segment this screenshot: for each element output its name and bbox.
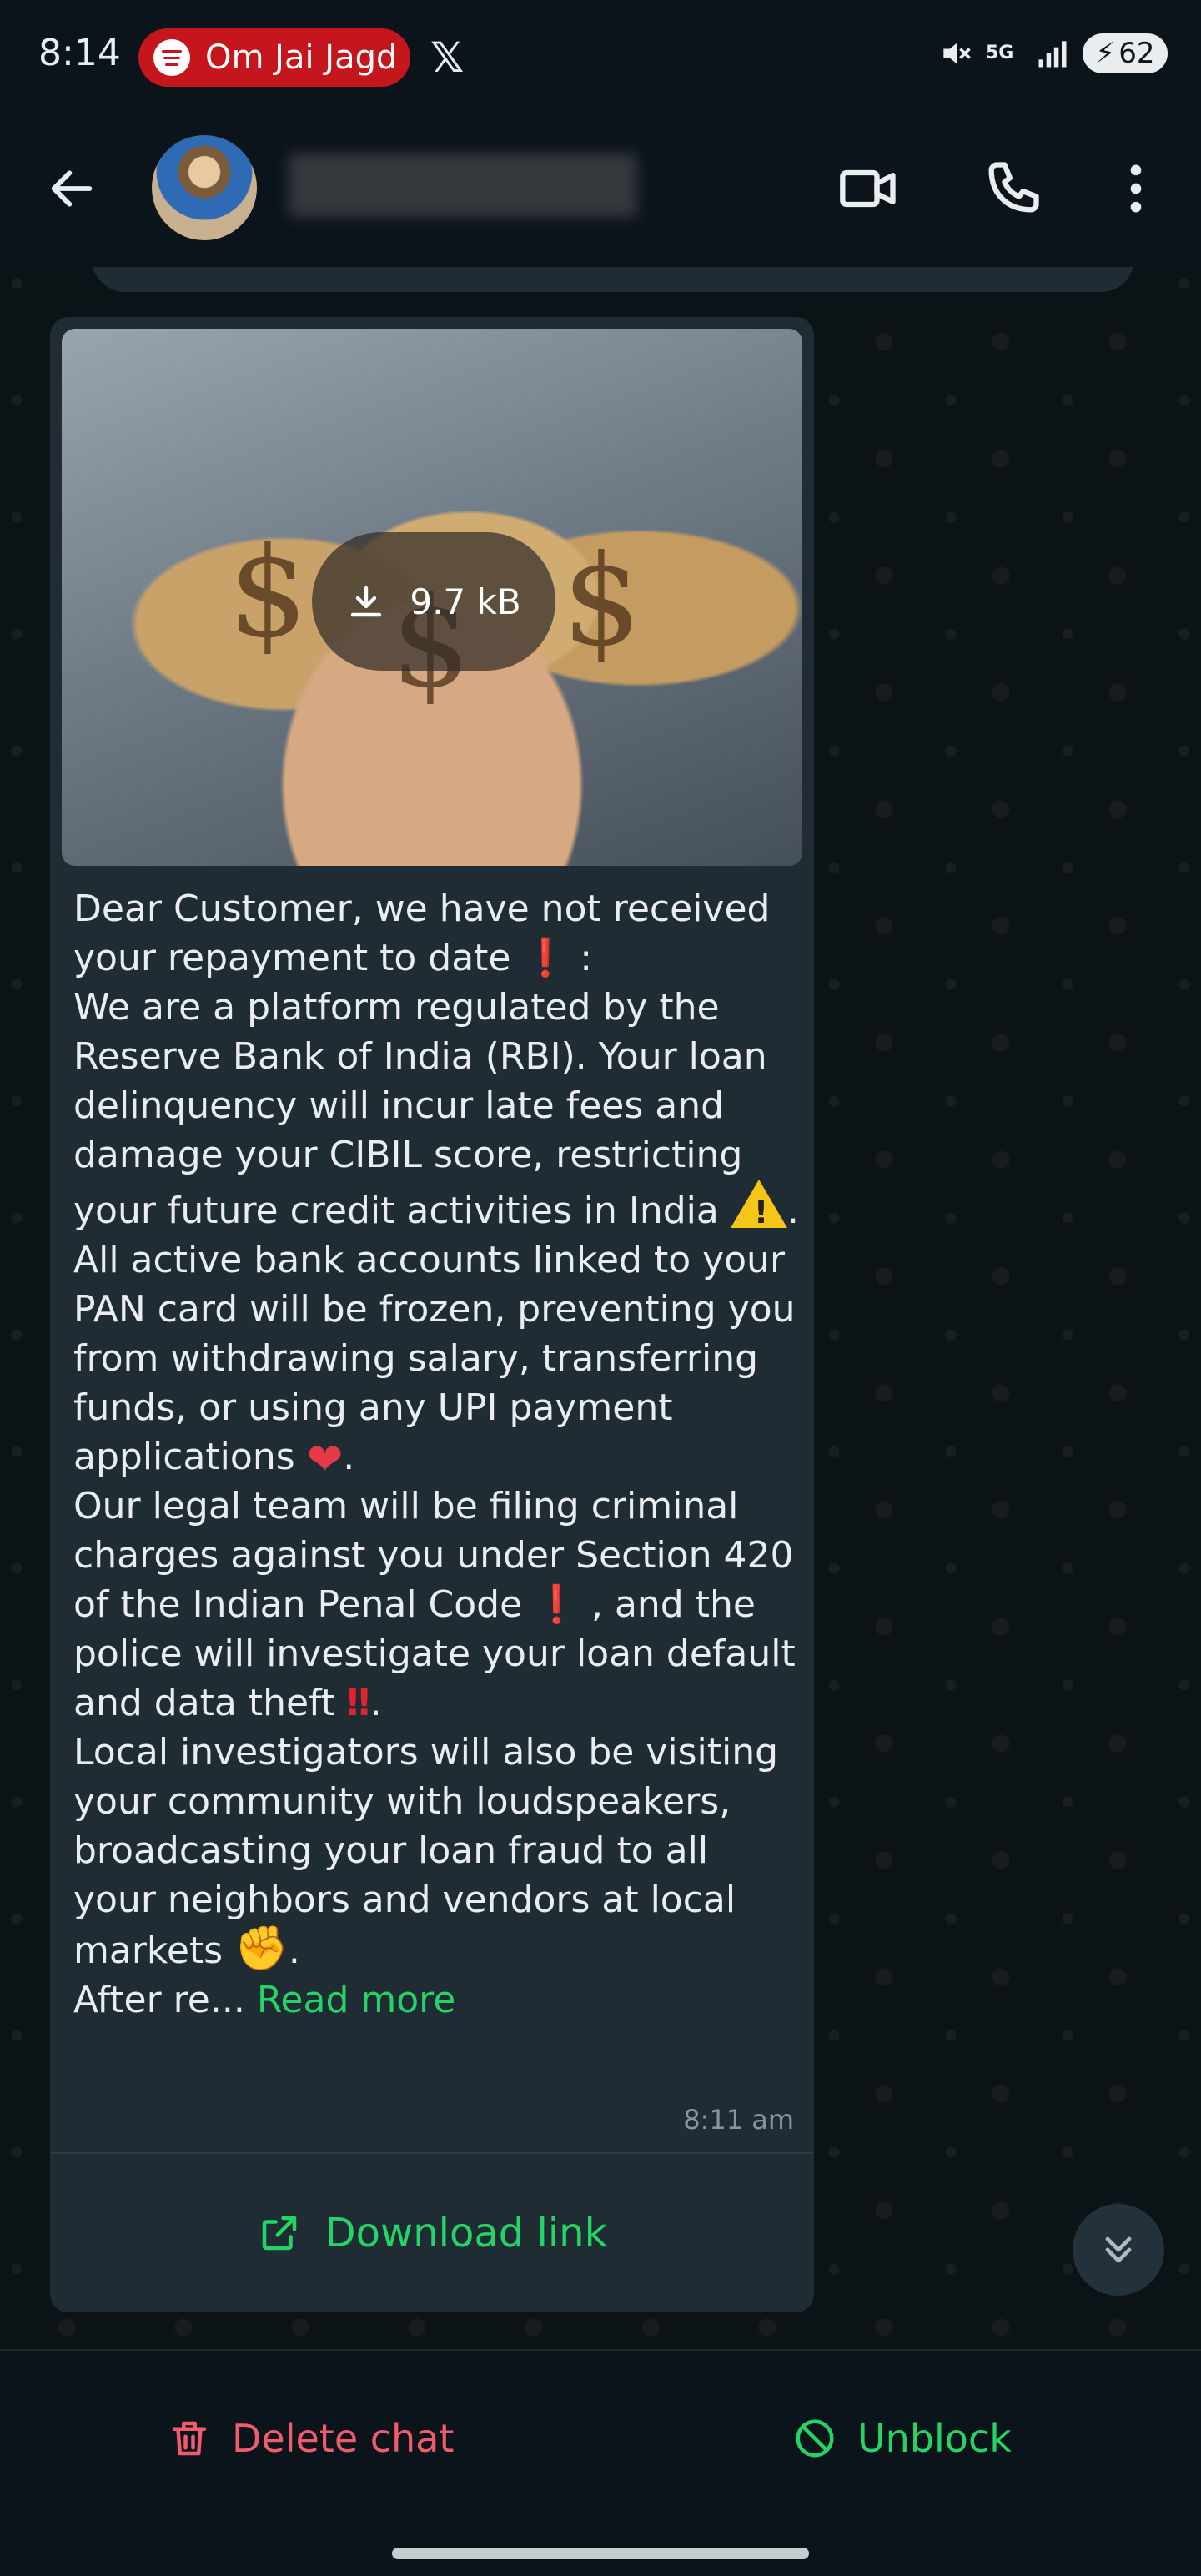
double-exclamation-emoji: ‼ [347,1682,370,1724]
download-icon [351,586,382,617]
message-text: Dear Customer, we have not received your… [73,884,799,2025]
punctuation: . [288,1929,300,1972]
network-5g-icon: 5G [986,43,1014,63]
signal-icon [1038,41,1067,68]
phone-icon[interactable] [981,157,1044,220]
contact-name-redacted[interactable] [289,153,637,217]
battery-level: 62 [1118,37,1155,70]
exclamation-emoji: ❗ [522,937,569,979]
now-playing-pill[interactable]: Om Jai Jagd [138,28,410,87]
incoming-message-bubble[interactable]: $ $ $ 9.7 kB Dear Customer, we have not … [50,317,814,2312]
delete-chat-button[interactable]: Delete chat [167,2416,454,2461]
blocked-contact-actions: Delete chat Unblock [0,2349,1201,2536]
exclamation-emoji: ❗ [534,1583,580,1626]
punctuation: . [343,1436,355,1478]
status-time: 8:14 [38,32,121,74]
now-playing-title: Om Jai Jagd [205,38,398,77]
unblock-label: Unblock [857,2416,1012,2461]
punctuation: . [369,1682,382,1724]
unblock-button[interactable]: Unblock [792,2416,1012,2461]
warning-emoji [730,1180,787,1237]
image-size: 9.7 kB [410,581,521,622]
message-truncated-line: After re... [73,1979,245,2021]
video-call-icon[interactable] [837,157,901,220]
spotify-icon [153,39,190,76]
punctuation: : [580,937,593,979]
charging-icon: ⚡ [1095,37,1116,70]
contact-avatar[interactable] [152,135,257,240]
more-vert-icon[interactable] [1104,157,1168,220]
delete-chat-label: Delete chat [232,2416,455,2461]
download-link-label: Download link [324,2210,608,2257]
message-line: Local investigators will also be visitin… [73,1731,779,1972]
chat-header [0,117,1201,267]
message-line: Dear Customer, we have not received your… [73,888,771,979]
scroll-to-bottom-button[interactable] [1073,2204,1164,2296]
previous-message-edge [92,267,1134,292]
battery-indicator: ⚡ 62 [1083,33,1168,73]
block-circle-icon [796,2419,834,2458]
gesture-nav-handle[interactable] [392,2548,809,2559]
chat-area[interactable]: $ $ $ 9.7 kB Dear Customer, we have not … [0,267,1201,2349]
double-chevron-down-icon [1105,2236,1132,2263]
heart-emoji: ❤ [306,1435,344,1485]
message-timestamp: 8:11 am [683,2104,794,2136]
mute-vibrate-icon [943,43,971,64]
message-line: We are a platform regulated by the Reser… [73,986,767,1232]
trash-icon [172,2421,207,2456]
image-download-button[interactable]: 9.7 kB [312,532,555,671]
status-bar: 8:14 Om Jai Jagd 𝕏 5G ⚡ 62 [0,0,1201,117]
x-app-icon: 𝕏 [430,33,465,82]
message-image[interactable]: $ $ $ 9.7 kB [62,329,802,866]
download-link-button[interactable]: Download link [50,2154,814,2312]
message-line: . All active bank accounts linked to you… [73,1190,799,1478]
read-more-link[interactable]: Read more [257,1979,456,2021]
open-external-icon [262,2216,296,2251]
arrow-left-icon[interactable] [45,162,98,215]
fist-emoji: ✊ [234,1924,289,1974]
